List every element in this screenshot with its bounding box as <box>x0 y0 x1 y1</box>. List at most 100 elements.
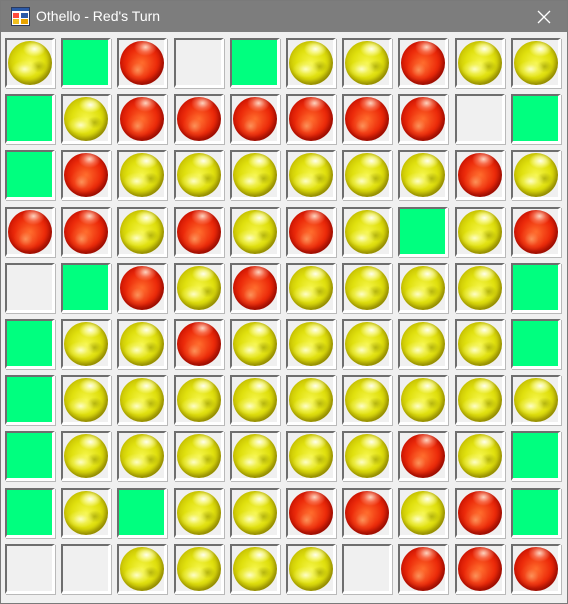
empty-cell[interactable] <box>5 263 55 313</box>
board-cell[interactable] <box>286 319 336 369</box>
board-cell[interactable] <box>455 544 505 594</box>
valid-move-cell[interactable] <box>61 263 111 313</box>
board-cell[interactable] <box>286 431 336 481</box>
board-cell[interactable] <box>61 375 111 425</box>
empty-cell[interactable] <box>5 544 55 594</box>
board-cell[interactable] <box>230 207 280 257</box>
board-cell[interactable] <box>455 38 505 88</box>
valid-move-cell[interactable] <box>61 38 111 88</box>
board-cell[interactable] <box>286 94 336 144</box>
board-cell[interactable] <box>398 319 448 369</box>
valid-move-cell[interactable] <box>5 431 55 481</box>
board-cell[interactable] <box>342 38 392 88</box>
board-cell[interactable] <box>511 150 561 200</box>
board-cell[interactable] <box>5 207 55 257</box>
board-cell[interactable] <box>286 488 336 538</box>
board-cell[interactable] <box>230 431 280 481</box>
board-cell[interactable] <box>5 38 55 88</box>
board-cell[interactable] <box>511 38 561 88</box>
board-cell[interactable] <box>174 150 224 200</box>
board-cell[interactable] <box>342 375 392 425</box>
board-cell[interactable] <box>117 38 167 88</box>
board-cell[interactable] <box>455 319 505 369</box>
board-cell[interactable] <box>342 319 392 369</box>
board-cell[interactable] <box>398 431 448 481</box>
board-cell[interactable] <box>286 375 336 425</box>
empty-cell[interactable] <box>174 38 224 88</box>
board-cell[interactable] <box>117 150 167 200</box>
empty-cell[interactable] <box>342 544 392 594</box>
board-cell[interactable] <box>455 263 505 313</box>
board-cell[interactable] <box>342 431 392 481</box>
board-cell[interactable] <box>174 263 224 313</box>
valid-move-cell[interactable] <box>511 94 561 144</box>
board-cell[interactable] <box>342 94 392 144</box>
valid-move-cell[interactable] <box>230 38 280 88</box>
board-cell[interactable] <box>230 544 280 594</box>
board-cell[interactable] <box>230 94 280 144</box>
empty-cell[interactable] <box>61 544 111 594</box>
board-cell[interactable] <box>342 488 392 538</box>
board-cell[interactable] <box>398 38 448 88</box>
board-cell[interactable] <box>230 150 280 200</box>
board-cell[interactable] <box>342 263 392 313</box>
valid-move-cell[interactable] <box>5 150 55 200</box>
board-cell[interactable] <box>511 207 561 257</box>
valid-move-cell[interactable] <box>511 319 561 369</box>
valid-move-cell[interactable] <box>511 488 561 538</box>
board-cell[interactable] <box>174 375 224 425</box>
board-cell[interactable] <box>286 544 336 594</box>
board-cell[interactable] <box>398 544 448 594</box>
board-cell[interactable] <box>398 150 448 200</box>
board-cell[interactable] <box>342 207 392 257</box>
board-cell[interactable] <box>286 207 336 257</box>
board-cell[interactable] <box>398 375 448 425</box>
board-cell[interactable] <box>230 263 280 313</box>
board-cell[interactable] <box>117 207 167 257</box>
board-cell[interactable] <box>230 319 280 369</box>
valid-move-cell[interactable] <box>511 263 561 313</box>
board-cell[interactable] <box>117 544 167 594</box>
board-cell[interactable] <box>61 150 111 200</box>
valid-move-cell[interactable] <box>117 488 167 538</box>
board-cell[interactable] <box>455 207 505 257</box>
valid-move-cell[interactable] <box>5 488 55 538</box>
valid-move-cell[interactable] <box>5 94 55 144</box>
board-cell[interactable] <box>61 94 111 144</box>
board-cell[interactable] <box>117 431 167 481</box>
board-cell[interactable] <box>455 488 505 538</box>
empty-cell[interactable] <box>455 94 505 144</box>
board-cell[interactable] <box>230 375 280 425</box>
board-cell[interactable] <box>174 488 224 538</box>
board-cell[interactable] <box>511 375 561 425</box>
board-cell[interactable] <box>455 375 505 425</box>
board-cell[interactable] <box>61 319 111 369</box>
board-cell[interactable] <box>455 431 505 481</box>
board-cell[interactable] <box>61 207 111 257</box>
valid-move-cell[interactable] <box>398 207 448 257</box>
valid-move-cell[interactable] <box>5 319 55 369</box>
board-cell[interactable] <box>230 488 280 538</box>
valid-move-cell[interactable] <box>511 431 561 481</box>
board-cell[interactable] <box>286 38 336 88</box>
board-cell[interactable] <box>342 150 392 200</box>
board-cell[interactable] <box>61 488 111 538</box>
valid-move-cell[interactable] <box>5 375 55 425</box>
board-cell[interactable] <box>117 94 167 144</box>
board-cell[interactable] <box>117 319 167 369</box>
board-cell[interactable] <box>398 94 448 144</box>
board-cell[interactable] <box>174 544 224 594</box>
board-cell[interactable] <box>174 94 224 144</box>
board-cell[interactable] <box>511 544 561 594</box>
board-cell[interactable] <box>286 263 336 313</box>
board-cell[interactable] <box>174 207 224 257</box>
board-cell[interactable] <box>174 319 224 369</box>
board-cell[interactable] <box>117 375 167 425</box>
board-cell[interactable] <box>286 150 336 200</box>
board-cell[interactable] <box>174 431 224 481</box>
board-cell[interactable] <box>61 431 111 481</box>
board-cell[interactable] <box>455 150 505 200</box>
board-cell[interactable] <box>117 263 167 313</box>
title-bar[interactable]: Othello - Red's Turn <box>1 1 567 32</box>
board-cell[interactable] <box>398 488 448 538</box>
